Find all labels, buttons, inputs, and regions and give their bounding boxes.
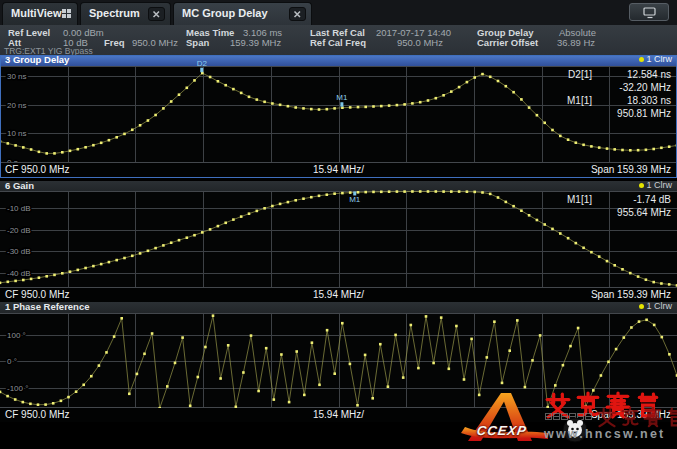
svg-text:-10 dB: -10 dB	[7, 204, 31, 213]
marker-readout: M1[1]-1.74 dB955.64 MHz	[512, 193, 671, 219]
x-axis-bar: CF 950.0 MHz 15.94 MHz/ Span 159.39 MHz	[0, 163, 677, 178]
group-delay-title-bar[interactable]: 3 Group Delay 1 Clrw	[0, 55, 677, 66]
tab-bar: MultiView Spectrum MC Group Delay	[0, 0, 677, 25]
trace-legend-label: 1 Clrw	[646, 180, 672, 190]
trace-legend: 1 Clrw	[639, 54, 672, 64]
svg-text:0 °: 0 °	[7, 357, 17, 366]
span-label: Span 159.39 MHz	[591, 409, 671, 420]
tab-multiview-label: MultiView	[11, 7, 62, 19]
phase-chart[interactable]: 100 ° 0 ° -100 °	[0, 313, 677, 408]
tab-mc-group-delay-label: MC Group Delay	[182, 7, 268, 19]
tab-spectrum[interactable]: Spectrum	[80, 2, 171, 25]
analyzer-screen: MultiView Spectrum MC Group Delay Ref Le…	[0, 0, 677, 449]
svg-text:D2: D2	[197, 59, 208, 68]
settings-header: Ref Level0.00 dBmAtt10 dBFreq950.0 MHzTR…	[0, 25, 677, 55]
display-icon	[643, 7, 657, 19]
svg-text:-100 °: -100 °	[7, 384, 28, 393]
marker-readout-row: 950.81 MHz	[512, 107, 671, 120]
svg-text:-40 dB: -40 dB	[7, 269, 31, 278]
freq-value: 950.0 MHz	[132, 37, 178, 48]
span-label: Span 159.39 MHz	[591, 289, 671, 300]
trace-legend: 1 Clrw	[639, 301, 672, 311]
marker-readout-row: 955.64 MHz	[512, 206, 671, 219]
x-axis-bar: CF 950.0 MHz 15.94 MHz/ Span 159.39 MHz	[0, 288, 677, 302]
per-div-label: 15.94 MHz/	[0, 164, 677, 175]
trace-legend: 1 Clrw	[639, 180, 672, 190]
multiview-grid-icon	[62, 8, 71, 20]
svg-text:100 °: 100 °	[7, 331, 26, 340]
panel-group-delay: 3 Group Delay 1 Clrw 30 ns20 ns10 ns0 sD…	[0, 55, 677, 178]
svg-text:M1: M1	[336, 93, 348, 102]
panel-title: 6 Gain	[5, 180, 34, 191]
carrier-offset-label: Carrier Offset	[477, 37, 538, 48]
panel-gain: 6 Gain 1 Clrw -10 dB -20 dB -30 dB -40 dB M1…	[0, 181, 677, 302]
tab-close-icon[interactable]	[289, 7, 306, 21]
carrier-offset-value: 36.89 Hz	[557, 37, 595, 48]
per-div-label: 15.94 MHz/	[0, 289, 677, 300]
watermark-brand-text: CCEXP	[476, 423, 528, 438]
trace1-dot-icon	[639, 304, 644, 309]
freq-label: Freq	[104, 37, 125, 48]
ref-cal-freq-label: Ref Cal Freq	[310, 37, 366, 48]
svg-text:-30 dB: -30 dB	[7, 247, 31, 256]
ref-cal-freq-value: 950.0 MHz	[397, 37, 443, 48]
tab-close-icon[interactable]	[148, 7, 165, 21]
tab-spectrum-label: Spectrum	[89, 7, 140, 19]
span-label: Span 159.39 MHz	[591, 164, 671, 175]
x-axis-bar: CF 950.0 MHz 15.94 MHz/ Span 159.39 MHz	[0, 408, 677, 422]
tab-mc-group-delay[interactable]: MC Group Delay	[173, 2, 312, 25]
trace-legend-label: 1 Clrw	[646, 301, 672, 311]
watermark-url-text: www.hncsw.net	[544, 427, 665, 441]
per-div-label: 15.94 MHz/	[0, 409, 677, 420]
span-value: 159.39 MHz	[230, 37, 281, 48]
svg-text:20 ns: 20 ns	[7, 101, 27, 110]
trace1-dot-icon	[639, 183, 644, 188]
marker-readout: D2[1]12.584 ns-32.20 MHzM1[1]18.303 ns95…	[512, 68, 671, 120]
svg-text:30 ns: 30 ns	[7, 72, 27, 81]
svg-text:10 ns: 10 ns	[7, 129, 27, 138]
marker-readout-row: -32.20 MHz	[512, 81, 671, 94]
panel-title: 1 Phase Reference	[5, 301, 90, 312]
panel-phase-reference: 1 Phase Reference 1 Clrw 100 °0 °-100 ° …	[0, 302, 677, 422]
span-label: Span	[186, 37, 209, 48]
svg-text:M1: M1	[349, 195, 361, 204]
marker-readout-row: M1[1]-1.74 dB	[512, 193, 671, 206]
trace-legend-label: 1 Clrw	[646, 54, 672, 64]
trace1-dot-icon	[639, 57, 644, 62]
svg-text:-20 dB: -20 dB	[7, 226, 31, 235]
marker-readout-row: M1[1]18.303 ns	[512, 94, 671, 107]
gain-title-bar[interactable]: 6 Gain 1 Clrw	[0, 181, 677, 191]
panel-title: 3 Group Delay	[5, 54, 69, 65]
display-menu-button[interactable]	[629, 3, 669, 21]
marker-readout-row: D2[1]12.584 ns	[512, 68, 671, 81]
phase-title-bar[interactable]: 1 Phase Reference 1 Clrw	[0, 302, 677, 313]
tab-multiview[interactable]: MultiView	[2, 2, 78, 25]
